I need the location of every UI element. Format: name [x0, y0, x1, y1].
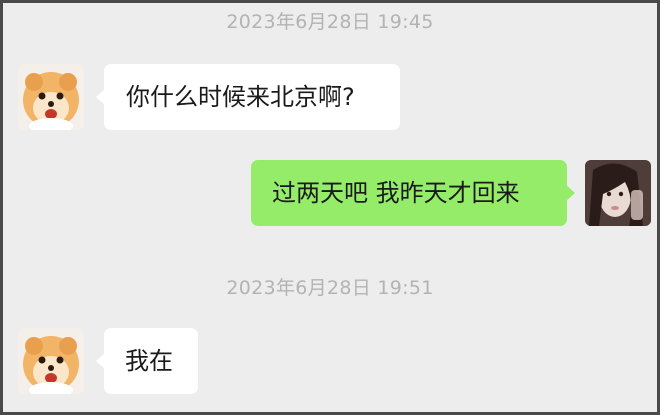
message-timestamp: 2023年6月28日 19:51	[226, 277, 434, 299]
message-bubble-incoming[interactable]: 你什么时候来北京啊?	[96, 64, 400, 130]
message-bubble-outgoing[interactable]: 过两天吧 我昨天才回来	[251, 160, 575, 226]
message-text: 你什么时候来北京啊?	[126, 83, 355, 111]
bubble-tail	[566, 185, 575, 201]
contact-avatar[interactable]	[18, 64, 84, 130]
message-text: 我在	[125, 347, 173, 375]
contact-avatar[interactable]	[18, 328, 84, 394]
bubble-tail	[96, 353, 105, 369]
bubble-tail	[96, 89, 105, 105]
message-text: 过两天吧 我昨天才回来	[272, 179, 520, 207]
message-timestamp: 2023年6月28日 19:45	[226, 11, 434, 33]
self-avatar[interactable]	[585, 160, 651, 226]
message-bubble-incoming[interactable]: 我在	[96, 328, 198, 394]
